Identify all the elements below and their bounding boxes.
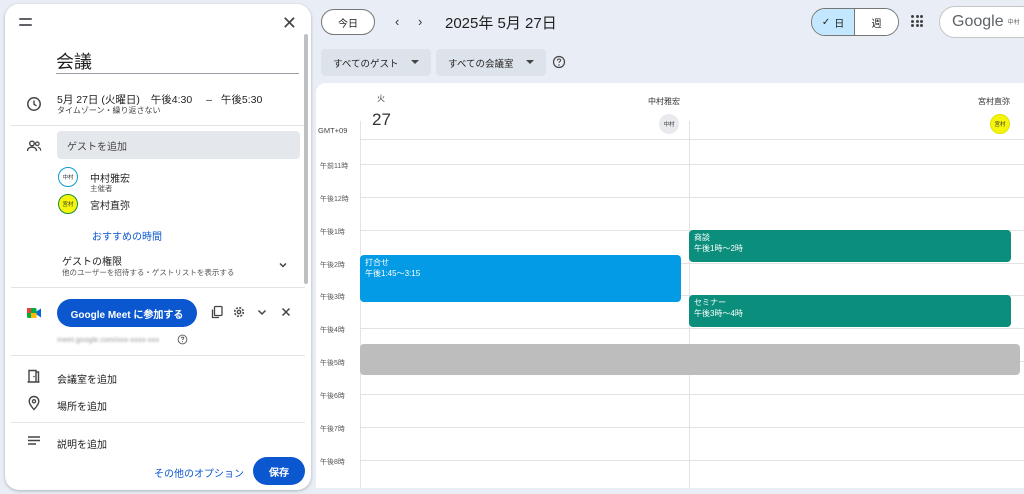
hour-label: 午後1時 <box>320 229 345 236</box>
today-button[interactable]: 今日 <box>321 9 375 35</box>
add-guest-input[interactable]: ゲストを追加 <box>57 131 300 159</box>
rooms-filter-label: すべての会議室 <box>448 58 514 70</box>
hour-label: 午後7時 <box>320 426 345 433</box>
day-number[interactable]: 27 <box>372 110 391 130</box>
timezone-label: GMT+09 <box>318 126 348 135</box>
suggested-times-link[interactable]: おすすめの時間 <box>92 228 162 243</box>
hour-line <box>360 427 1024 428</box>
event-time: 午後1:45～3:15 <box>365 268 421 278</box>
hour-label: 午後4時 <box>320 327 345 334</box>
column-divider <box>360 121 361 488</box>
remove-meet-icon[interactable] <box>279 305 293 319</box>
divider <box>11 422 305 423</box>
prev-day-button[interactable]: ‹ <box>395 14 399 29</box>
event-block[interactable]: セミナー 午後3時～4時 <box>689 295 1011 327</box>
avatar: 宮村 <box>990 114 1010 134</box>
event-title: 打合せ <box>365 258 389 267</box>
event-title: セミナー <box>694 298 726 307</box>
guest-permissions-summary: 他のユーザーを招待する・ゲストリストを表示する <box>62 268 235 277</box>
event-block[interactable]: 商談 午後1時～2時 <box>689 230 1011 262</box>
join-meet-button[interactable]: Google Meet に参加する <box>57 299 197 327</box>
add-room-option[interactable]: 会議室を追加 <box>57 371 117 386</box>
guest-role: 主催者 <box>90 184 113 193</box>
time-separator: – <box>206 94 212 106</box>
next-day-button[interactable]: › <box>418 14 422 29</box>
divider <box>11 355 305 356</box>
more-options-link[interactable]: その他のオプション <box>154 465 244 480</box>
timezone-repeat-link[interactable]: タイムゾーン・繰り返さない <box>57 105 160 116</box>
door-icon <box>27 369 40 383</box>
header-divider <box>360 139 1024 140</box>
drag-handle-icon[interactable] <box>19 18 32 26</box>
add-description-option[interactable]: 説明を追加 <box>57 436 107 451</box>
day-view-button[interactable]: ✓ 日 <box>812 9 856 35</box>
event-edit-panel: ✕ 会議 5月 27日 (火曜日) 午後4:30 – 午後5:30 タイムゾーン… <box>5 4 311 490</box>
guest-item[interactable]: 中村 中村雅宏 主催者 <box>58 167 130 193</box>
hour-line <box>360 460 1024 461</box>
event-title: 商談 <box>694 233 710 242</box>
google-account-pill[interactable]: Google 中村 <box>939 6 1024 38</box>
divider <box>11 287 305 288</box>
clock-icon <box>27 97 41 111</box>
account-badge: 中村 <box>1007 20 1020 27</box>
guest-permissions-title[interactable]: ゲストの権限 <box>62 253 122 268</box>
hour-line <box>360 394 1024 395</box>
location-pin-icon <box>28 395 40 411</box>
divider <box>11 125 305 126</box>
people-icon <box>26 140 42 152</box>
dropdown-arrow-icon <box>411 60 419 64</box>
check-icon: ✓ <box>821 16 831 28</box>
calendar-column-header: 宮村直弥 <box>978 97 1010 106</box>
event-title-input[interactable]: 会議 <box>56 48 299 74</box>
google-meet-icon <box>27 308 41 318</box>
hour-label: 午後2時 <box>320 262 345 269</box>
gear-icon[interactable] <box>232 305 246 319</box>
view-toggle: ✓ 日 週 <box>811 8 899 36</box>
hour-label: 午後5時 <box>320 360 345 367</box>
hour-label: 午後8時 <box>320 459 345 466</box>
hour-label: 午後12時 <box>320 196 349 203</box>
hour-label: 午前11時 <box>320 163 349 170</box>
hour-label: 午後6時 <box>320 393 345 400</box>
event-time: 午後3時～4時 <box>694 308 743 318</box>
help-icon[interactable] <box>177 334 188 345</box>
close-icon[interactable]: ✕ <box>282 14 297 32</box>
dropdown-arrow-icon <box>526 60 534 64</box>
week-view-button[interactable]: 週 <box>855 9 898 35</box>
rooms-filter-dropdown[interactable]: すべての会議室 <box>436 49 546 76</box>
guest-item[interactable]: 宮村 宮村直弥 <box>58 194 130 214</box>
hour-line <box>360 197 1024 198</box>
save-button[interactable]: 保存 <box>253 457 305 485</box>
description-icon <box>28 436 40 445</box>
day-view-label: 日 <box>834 18 845 30</box>
avatar: 中村 <box>659 114 679 134</box>
copy-icon[interactable] <box>210 305 224 319</box>
help-icon[interactable] <box>552 55 566 69</box>
event-time: 午後1時～2時 <box>694 243 743 253</box>
chevron-down-icon[interactable] <box>255 305 269 319</box>
google-logo: Google <box>952 13 1004 30</box>
meet-link[interactable]: meet.google.com/xxx-xxxx-xxx <box>57 335 159 344</box>
avatar: 中村 <box>58 167 78 187</box>
event-block[interactable]: 打合せ 午後1:45～3:15 <box>360 255 681 302</box>
event-end-time[interactable]: 午後5:30 <box>221 94 262 106</box>
day-of-week: 火 <box>377 94 385 103</box>
hour-line <box>360 328 1024 329</box>
add-location-option[interactable]: 場所を追加 <box>57 398 107 413</box>
new-event-placeholder[interactable] <box>360 344 1020 375</box>
hour-label: 午後3時 <box>320 294 345 301</box>
scrollbar[interactable] <box>304 34 308 284</box>
guests-filter-dropdown[interactable]: すべてのゲスト <box>321 49 431 76</box>
day-calendar-grid: 火 27 GMT+09 中村雅宏 中村 宮村直弥 宮村 午前11時 午後12時 … <box>316 83 1024 488</box>
avatar: 宮村 <box>58 194 78 214</box>
calendar-column-header: 中村雅宏 <box>648 97 680 106</box>
hour-line <box>360 164 1024 165</box>
apps-grid-icon[interactable] <box>911 15 923 27</box>
current-date-title: 2025年 5月 27日 <box>445 15 557 32</box>
guests-filter-label: すべてのゲスト <box>333 58 399 70</box>
chevron-down-icon[interactable] <box>278 260 288 270</box>
guest-name: 宮村直弥 <box>90 200 130 212</box>
